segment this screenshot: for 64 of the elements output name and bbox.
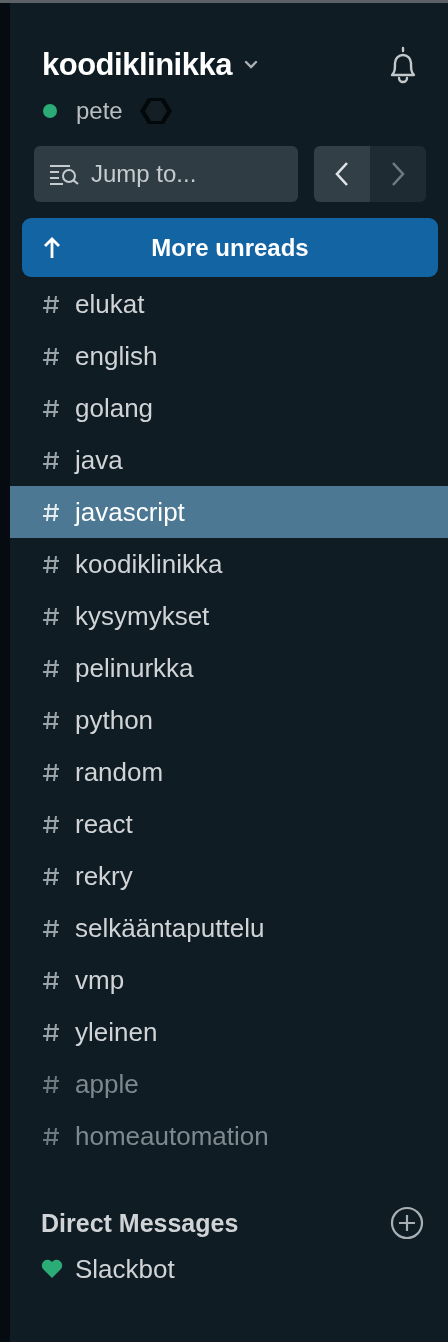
channel-name: selkääntaputtelu <box>75 912 265 944</box>
channel-name: golang <box>75 392 154 424</box>
channel-item[interactable]: koodiklinikka <box>10 538 448 590</box>
workspace-name[interactable]: koodiklinikka <box>42 47 232 83</box>
channel-item[interactable]: random <box>10 746 448 798</box>
hash-icon <box>43 606 60 626</box>
contact-name: Slackbot <box>75 1253 175 1285</box>
channel-item[interactable]: homeautomation <box>10 1110 448 1162</box>
channel-name: english <box>75 340 158 372</box>
channel-item[interactable]: javascript <box>10 486 448 538</box>
channel-name: java <box>75 444 123 476</box>
chevron-right-icon <box>390 161 406 187</box>
hash-icon <box>43 1022 60 1042</box>
channel-name: elukat <box>75 288 145 320</box>
channel-name: javascript <box>75 496 185 528</box>
user-name[interactable]: pete <box>76 97 123 125</box>
channel-name: random <box>75 756 164 788</box>
channel-item[interactable]: apple <box>10 1058 448 1110</box>
hash-icon <box>43 710 60 730</box>
hash-icon <box>43 1126 60 1146</box>
chevron-down-icon[interactable] <box>243 60 258 70</box>
channel-item[interactable]: english <box>10 330 448 382</box>
channel-item[interactable]: react <box>10 798 448 850</box>
channel-item[interactable]: selkääntaputtelu <box>10 902 448 954</box>
channel-item[interactable]: pelinurkka <box>10 642 448 694</box>
jump-to-field[interactable]: Jump to... <box>34 146 298 202</box>
channel-name: koodiklinikka <box>75 548 223 580</box>
channel-item[interactable]: elukat <box>10 278 448 330</box>
channel-item[interactable]: yleinen <box>10 1006 448 1058</box>
channel-item[interactable]: rekry <box>10 850 448 902</box>
channel-item[interactable]: kysymykset <box>10 590 448 642</box>
hash-icon <box>43 970 60 990</box>
direct-message-item[interactable]: Slackbot <box>10 1243 448 1295</box>
back-button[interactable] <box>314 146 370 202</box>
hash-icon <box>43 762 60 782</box>
chevron-left-icon <box>334 161 350 187</box>
hash-icon <box>43 814 60 834</box>
channel-item[interactable]: vmp <box>10 954 448 1006</box>
hash-icon <box>43 294 60 314</box>
channel-item[interactable]: java <box>10 434 448 486</box>
channel-name: vmp <box>75 964 125 996</box>
channel-name: kysymykset <box>75 600 210 632</box>
arrow-up-icon <box>42 236 62 260</box>
hash-icon <box>43 554 60 574</box>
hash-icon <box>43 658 60 678</box>
hash-icon <box>43 398 60 418</box>
channel-name: homeautomation <box>75 1120 269 1152</box>
add-icon[interactable] <box>390 1206 424 1240</box>
channel-item[interactable]: golang <box>10 382 448 434</box>
channel-name: pelinurkka <box>75 652 194 684</box>
hash-icon <box>43 346 60 366</box>
channel-name: react <box>75 808 133 840</box>
section-title[interactable]: Direct Messages <box>41 1208 239 1238</box>
channel-name: python <box>75 704 154 736</box>
channel-name: apple <box>75 1068 139 1100</box>
channel-name: yleinen <box>75 1016 158 1048</box>
hash-icon <box>43 502 60 522</box>
hash-icon <box>43 866 60 886</box>
channel-item[interactable]: python <box>10 694 448 746</box>
hash-icon <box>43 918 60 938</box>
channel-name: rekry <box>75 860 133 892</box>
hash-icon <box>43 450 60 470</box>
more-unreads-button[interactable]: More unreads <box>22 218 438 277</box>
hash-icon <box>43 1074 60 1094</box>
